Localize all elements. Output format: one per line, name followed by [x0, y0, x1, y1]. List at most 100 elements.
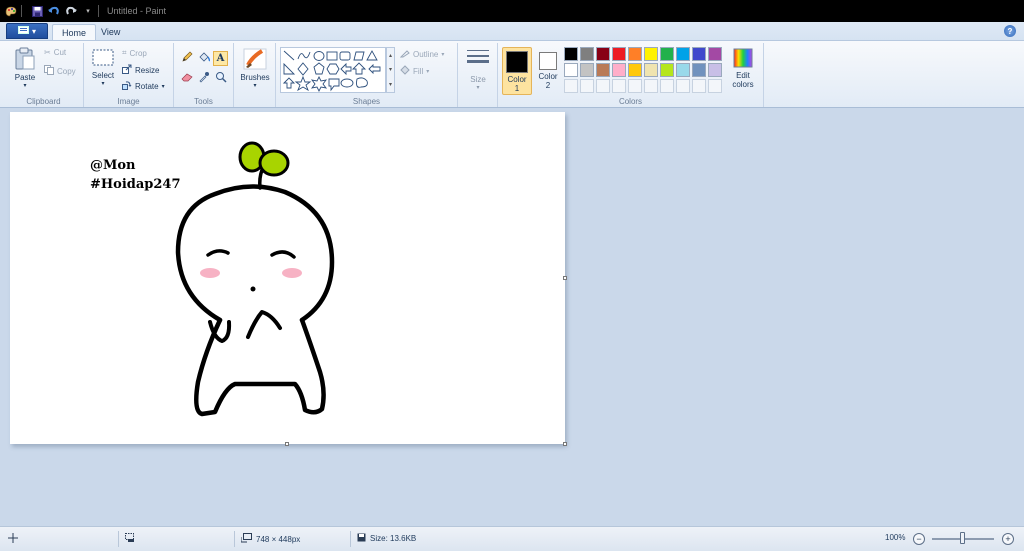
- palette-color-swatch[interactable]: [676, 47, 690, 61]
- magnifier-icon: [215, 71, 227, 86]
- chevron-down-icon: ▾: [253, 83, 257, 89]
- palette-color-swatch[interactable]: [612, 47, 626, 61]
- palette-color-swatch[interactable]: [676, 63, 690, 77]
- tools-group-label: Tools: [194, 97, 213, 106]
- palette-custom-slot[interactable]: [580, 79, 594, 93]
- palette-color-swatch[interactable]: [644, 47, 658, 61]
- fill-icon: [400, 65, 410, 77]
- color-palette: [564, 47, 722, 93]
- tab-home[interactable]: Home: [52, 24, 97, 40]
- text-tool[interactable]: A: [213, 51, 228, 66]
- resize-button[interactable]: Resize: [122, 64, 159, 76]
- clipboard-group: Paste ▾ ✂ Cut Copy Clipboard: [4, 43, 84, 107]
- resize-handle-right[interactable]: [563, 276, 567, 280]
- palette-color-swatch[interactable]: [644, 63, 658, 77]
- more-icon: ▾: [388, 82, 392, 89]
- file-menu-icon: [17, 26, 29, 36]
- outline-label: Outline: [413, 49, 439, 59]
- zoom-slider-thumb[interactable]: [960, 532, 965, 544]
- palette-custom-slot[interactable]: [692, 79, 706, 93]
- palette-color-swatch[interactable]: [692, 47, 706, 61]
- brushes-button[interactable]: Brushes ▾: [238, 47, 272, 89]
- resize-handle-corner[interactable]: [563, 442, 567, 446]
- palette-color-swatch[interactable]: [660, 47, 674, 61]
- palette-color-swatch[interactable]: [596, 47, 610, 61]
- outline-button[interactable]: Outline ▾: [399, 48, 444, 60]
- tab-view[interactable]: View: [92, 24, 129, 40]
- rotate-button[interactable]: Rotate ▾: [122, 80, 165, 92]
- text-a-icon: A: [216, 53, 225, 64]
- palette-custom-slot[interactable]: [564, 79, 578, 93]
- palette-custom-slot[interactable]: [628, 79, 642, 93]
- shapes-gallery-scroll[interactable]: ▴ ▾ ▾: [386, 47, 395, 93]
- file-size-text: Size: 13.6KB: [370, 534, 417, 543]
- color-picker-tool[interactable]: [196, 71, 211, 86]
- chevron-down-icon: ▾: [426, 68, 430, 75]
- cut-button[interactable]: ✂ Cut: [44, 48, 66, 57]
- select-label: Select: [91, 71, 115, 80]
- magnifier-tool[interactable]: [213, 71, 228, 86]
- color1-swatch: [506, 51, 528, 73]
- palette-custom-slot[interactable]: [708, 79, 722, 93]
- palette-color-swatch[interactable]: [596, 63, 610, 77]
- left-eye: [206, 249, 230, 257]
- shapes-group: ▴ ▾ ▾ Outline ▾ Fill ▾ Shapes: [276, 43, 458, 107]
- window-title: Untitled - Paint: [107, 6, 167, 16]
- palette-color-swatch[interactable]: [692, 63, 706, 77]
- color2-swatch: [539, 52, 557, 70]
- mouth-dot: [250, 286, 256, 292]
- pencil-tool[interactable]: [179, 51, 194, 66]
- file-size: Size: 13.6KB: [357, 533, 416, 544]
- paste-button[interactable]: Paste ▾: [10, 47, 40, 89]
- palette-color-swatch[interactable]: [564, 47, 578, 61]
- canvas-workspace: @Mon #Hoidap247: [0, 108, 1024, 526]
- palette-color-swatch[interactable]: [628, 47, 642, 61]
- quick-access-dropdown-icon[interactable]: ▾: [82, 5, 94, 17]
- palette-color-swatch[interactable]: [628, 63, 642, 77]
- shapes-group-label: Shapes: [352, 97, 381, 106]
- fill-tool[interactable]: [196, 51, 211, 66]
- drawing-canvas[interactable]: @Mon #Hoidap247: [10, 112, 567, 446]
- save-icon[interactable]: [31, 5, 43, 17]
- copy-icon: [44, 65, 54, 77]
- edit-colors-button[interactable]: Edit colors: [728, 47, 758, 89]
- color2-button[interactable]: Color 2: [533, 47, 563, 95]
- palette-custom-slot[interactable]: [644, 79, 658, 93]
- selection-size-icon: [125, 533, 136, 543]
- palette-color-swatch[interactable]: [580, 47, 594, 61]
- rotate-icon: [122, 80, 132, 92]
- palette-custom-slot[interactable]: [676, 79, 690, 93]
- copy-button[interactable]: Copy: [44, 65, 76, 77]
- file-menu-button[interactable]: ▾: [6, 23, 48, 39]
- chevron-down-icon: ▾: [161, 83, 165, 90]
- select-button[interactable]: Select ▾: [88, 47, 118, 87]
- zoom-out-button[interactable]: −: [913, 533, 925, 545]
- zoom-in-button[interactable]: +: [1002, 533, 1014, 545]
- paint-app-icon[interactable]: [5, 5, 17, 17]
- shapes-gallery-icons[interactable]: [281, 48, 385, 93]
- palette-color-swatch[interactable]: [708, 47, 722, 61]
- eyedropper-icon: [198, 71, 210, 86]
- clipboard-group-label: Clipboard: [26, 97, 61, 106]
- rotate-label: Rotate: [135, 81, 159, 91]
- palette-custom-slot[interactable]: [660, 79, 674, 93]
- palette-color-swatch[interactable]: [580, 63, 594, 77]
- redo-icon[interactable]: [65, 5, 77, 17]
- pencil-icon: [181, 51, 193, 66]
- palette-color-swatch[interactable]: [612, 63, 626, 77]
- palette-color-swatch[interactable]: [564, 63, 578, 77]
- palette-custom-slot[interactable]: [612, 79, 626, 93]
- palette-color-swatch[interactable]: [708, 63, 722, 77]
- palette-custom-slot[interactable]: [596, 79, 610, 93]
- crop-button[interactable]: ⌗ Crop: [122, 48, 147, 58]
- size-button[interactable]: Size ▾: [462, 47, 494, 91]
- eraser-tool[interactable]: [179, 71, 194, 86]
- color1-button[interactable]: Color 1: [502, 47, 532, 95]
- undo-icon[interactable]: [48, 5, 60, 17]
- fill-button[interactable]: Fill ▾: [400, 65, 429, 77]
- palette-color-swatch[interactable]: [660, 63, 674, 77]
- fill-label: Fill: [413, 66, 424, 76]
- help-icon[interactable]: ?: [1004, 25, 1016, 37]
- copy-label: Copy: [57, 66, 76, 76]
- resize-handle-bottom[interactable]: [285, 442, 289, 446]
